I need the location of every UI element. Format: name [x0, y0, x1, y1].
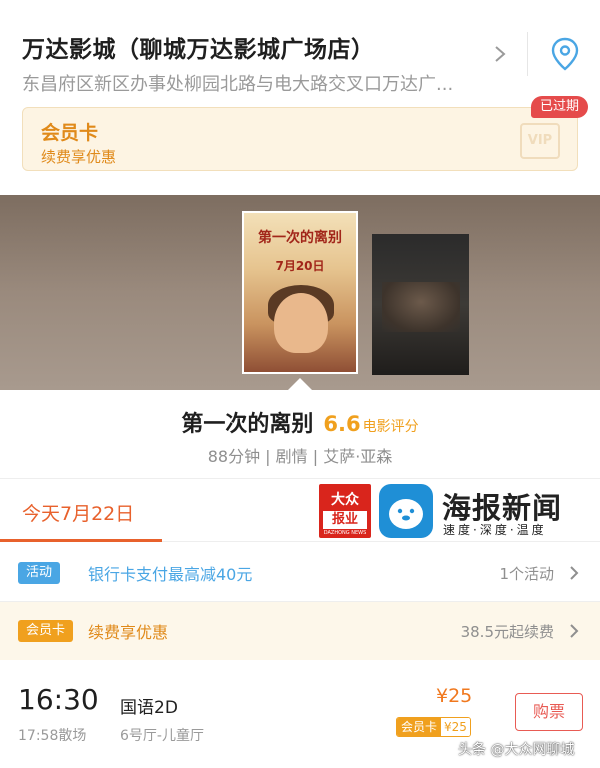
dazhong-logo-bottom: 报业 — [323, 511, 367, 529]
movie-title: 第一次的离别 — [181, 412, 314, 437]
watermark: 头条 @大众网聊城 — [458, 742, 575, 758]
member-renew-row[interactable]: 会员卡 续费享优惠 38.5元起续费 — [0, 602, 600, 660]
dazhong-logo-top: 大众 — [331, 492, 359, 508]
showtime-price: ¥25 — [436, 685, 473, 707]
date-tabs: 今天7月22日 大众 报业 DAZHONG NEWS 海报新闻 速度·深度·温度 — [0, 478, 600, 542]
activity-tag: 活动 — [18, 562, 61, 584]
expired-badge: 已过期 — [531, 96, 589, 118]
member-tag: 会员卡 — [18, 620, 74, 642]
member-card-banner[interactable]: 会员卡 续费享优惠 VIP — [22, 107, 578, 171]
vip-icon: VIP — [520, 123, 560, 159]
member-card-subtitle: 续费享优惠 — [41, 148, 117, 166]
chevron-right-icon — [570, 624, 579, 638]
haibao-slogan: 速度·深度·温度 — [443, 523, 547, 537]
poster-title: 第一次的离别 — [258, 230, 342, 246]
movie-poster[interactable] — [372, 234, 469, 375]
selected-caret — [288, 378, 312, 390]
movie-title-row: 第一次的离别 6.6 电影评分 — [0, 406, 600, 438]
activity-row[interactable]: 活动 银行卡支付最高减40元 1个活动 — [0, 544, 600, 602]
seal-icon — [379, 484, 433, 538]
poster-date: 7月20日 — [275, 259, 325, 273]
showtime-hall: 6号厅-儿童厅 — [120, 728, 204, 744]
movie-poster-selected[interactable]: 第一次的离别 7月20日 — [242, 211, 358, 374]
member-renew-price: 38.5元起续费 — [460, 623, 554, 641]
showtime-end: 17:58散场 — [18, 728, 87, 744]
tab-underline — [0, 539, 162, 542]
member-price-value: ¥25 — [441, 718, 470, 736]
dazhong-logo-small: DAZHONG NEWS — [323, 530, 367, 536]
dazhong-logo: 大众 报业 DAZHONG NEWS — [319, 484, 371, 538]
tab-today[interactable]: 今天7月22日 — [22, 499, 134, 526]
location-pin-icon[interactable] — [548, 36, 582, 72]
activity-count: 1个活动 — [499, 565, 554, 583]
cinema-name: 万达影城（聊城万达影城广场店） — [22, 37, 375, 63]
rating-label: 电影评分 — [362, 419, 419, 435]
showtime-start: 16:30 — [18, 683, 99, 716]
member-price-badge: 会员卡 ¥25 — [396, 717, 471, 737]
member-price-label: 会员卡 — [397, 718, 442, 736]
activity-text: 银行卡支付最高减40元 — [88, 565, 253, 584]
movie-rating: 6.6 — [323, 412, 361, 436]
chevron-right-icon[interactable] — [490, 40, 510, 68]
buy-ticket-button[interactable]: 购票 — [515, 693, 583, 731]
showtime-language: 国语2D — [120, 698, 178, 718]
poster-figure — [382, 282, 460, 332]
cinema-header[interactable]: 万达影城（聊城万达影城广场店） 东昌府区新区办事处柳园北路与电大路交叉口万达广.… — [0, 0, 600, 100]
movie-meta: 88分钟 | 剧情 | 艾萨·亚森 — [207, 447, 393, 466]
chevron-right-icon — [570, 566, 579, 580]
cinema-address: 东昌府区新区办事处柳园北路与电大路交叉口万达广... — [22, 74, 454, 95]
poster-face — [274, 293, 328, 353]
member-card-title: 会员卡 — [41, 122, 99, 144]
divider — [527, 32, 528, 76]
member-renew-text: 续费享优惠 — [88, 623, 169, 642]
